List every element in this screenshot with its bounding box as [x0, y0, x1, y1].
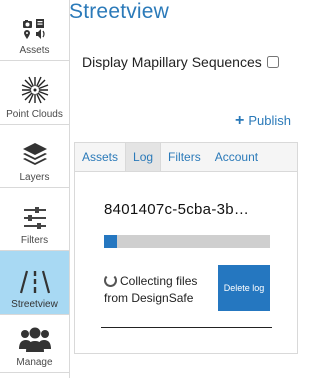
sidebar-item-point-clouds[interactable]: Point Clouds	[0, 61, 69, 125]
filters-icon	[22, 205, 48, 231]
tab-assets[interactable]: Assets	[75, 143, 125, 171]
tab-bar: Assets Log Filters Account	[75, 143, 297, 172]
log-id: 8401407c-5cba-3b…	[104, 201, 250, 218]
tab-account[interactable]: Account	[208, 143, 265, 171]
plus-icon: +	[235, 112, 245, 129]
delete-log-button[interactable]: Delete log	[218, 265, 270, 311]
tab-filters[interactable]: Filters	[161, 143, 208, 171]
status-text: Collecting files from DesignSafe	[104, 273, 214, 307]
layers-icon	[21, 140, 49, 168]
streetview-panel: Assets Log Filters Account 8401407c-5cba…	[74, 142, 298, 354]
publish-label: Publish	[248, 113, 291, 128]
sidebar-item-manage[interactable]: Manage	[0, 315, 69, 373]
streetview-icon	[19, 269, 50, 295]
sidebar-item-streetview[interactable]: Streetview	[0, 251, 69, 315]
progress-bar	[104, 235, 270, 248]
page-title: Streetview	[69, 0, 170, 23]
sidebar: Assets Point Clouds Layers Filters Stree…	[0, 0, 70, 378]
mapillary-label: Display Mapillary Sequences	[82, 54, 262, 70]
sidebar-item-label: Point Clouds	[6, 109, 63, 120]
sidebar-item-label: Streetview	[11, 299, 58, 310]
sidebar-item-label: Assets	[19, 45, 50, 56]
sidebar-item-filters[interactable]: Filters	[0, 188, 69, 251]
tab-log[interactable]: Log	[125, 143, 162, 171]
sidebar-item-label: Manage	[16, 357, 53, 368]
point-clouds-icon	[20, 75, 50, 105]
mapillary-checkbox[interactable]	[266, 56, 279, 68]
sidebar-item-label: Filters	[20, 235, 49, 246]
assets-icon	[22, 17, 48, 41]
progress-fill	[104, 235, 118, 248]
sidebar-item-label: Layers	[19, 172, 50, 183]
status-label: Collecting files from DesignSafe	[104, 274, 198, 305]
manage-icon	[18, 327, 52, 353]
divider	[101, 327, 272, 328]
sidebar-item-layers[interactable]: Layers	[0, 125, 69, 188]
sidebar-item-assets[interactable]: Assets	[0, 0, 69, 61]
mapillary-toggle[interactable]: Display Mapillary Sequences	[82, 54, 279, 70]
publish-button[interactable]: + Publish	[235, 112, 291, 129]
spinner-icon	[104, 274, 117, 287]
